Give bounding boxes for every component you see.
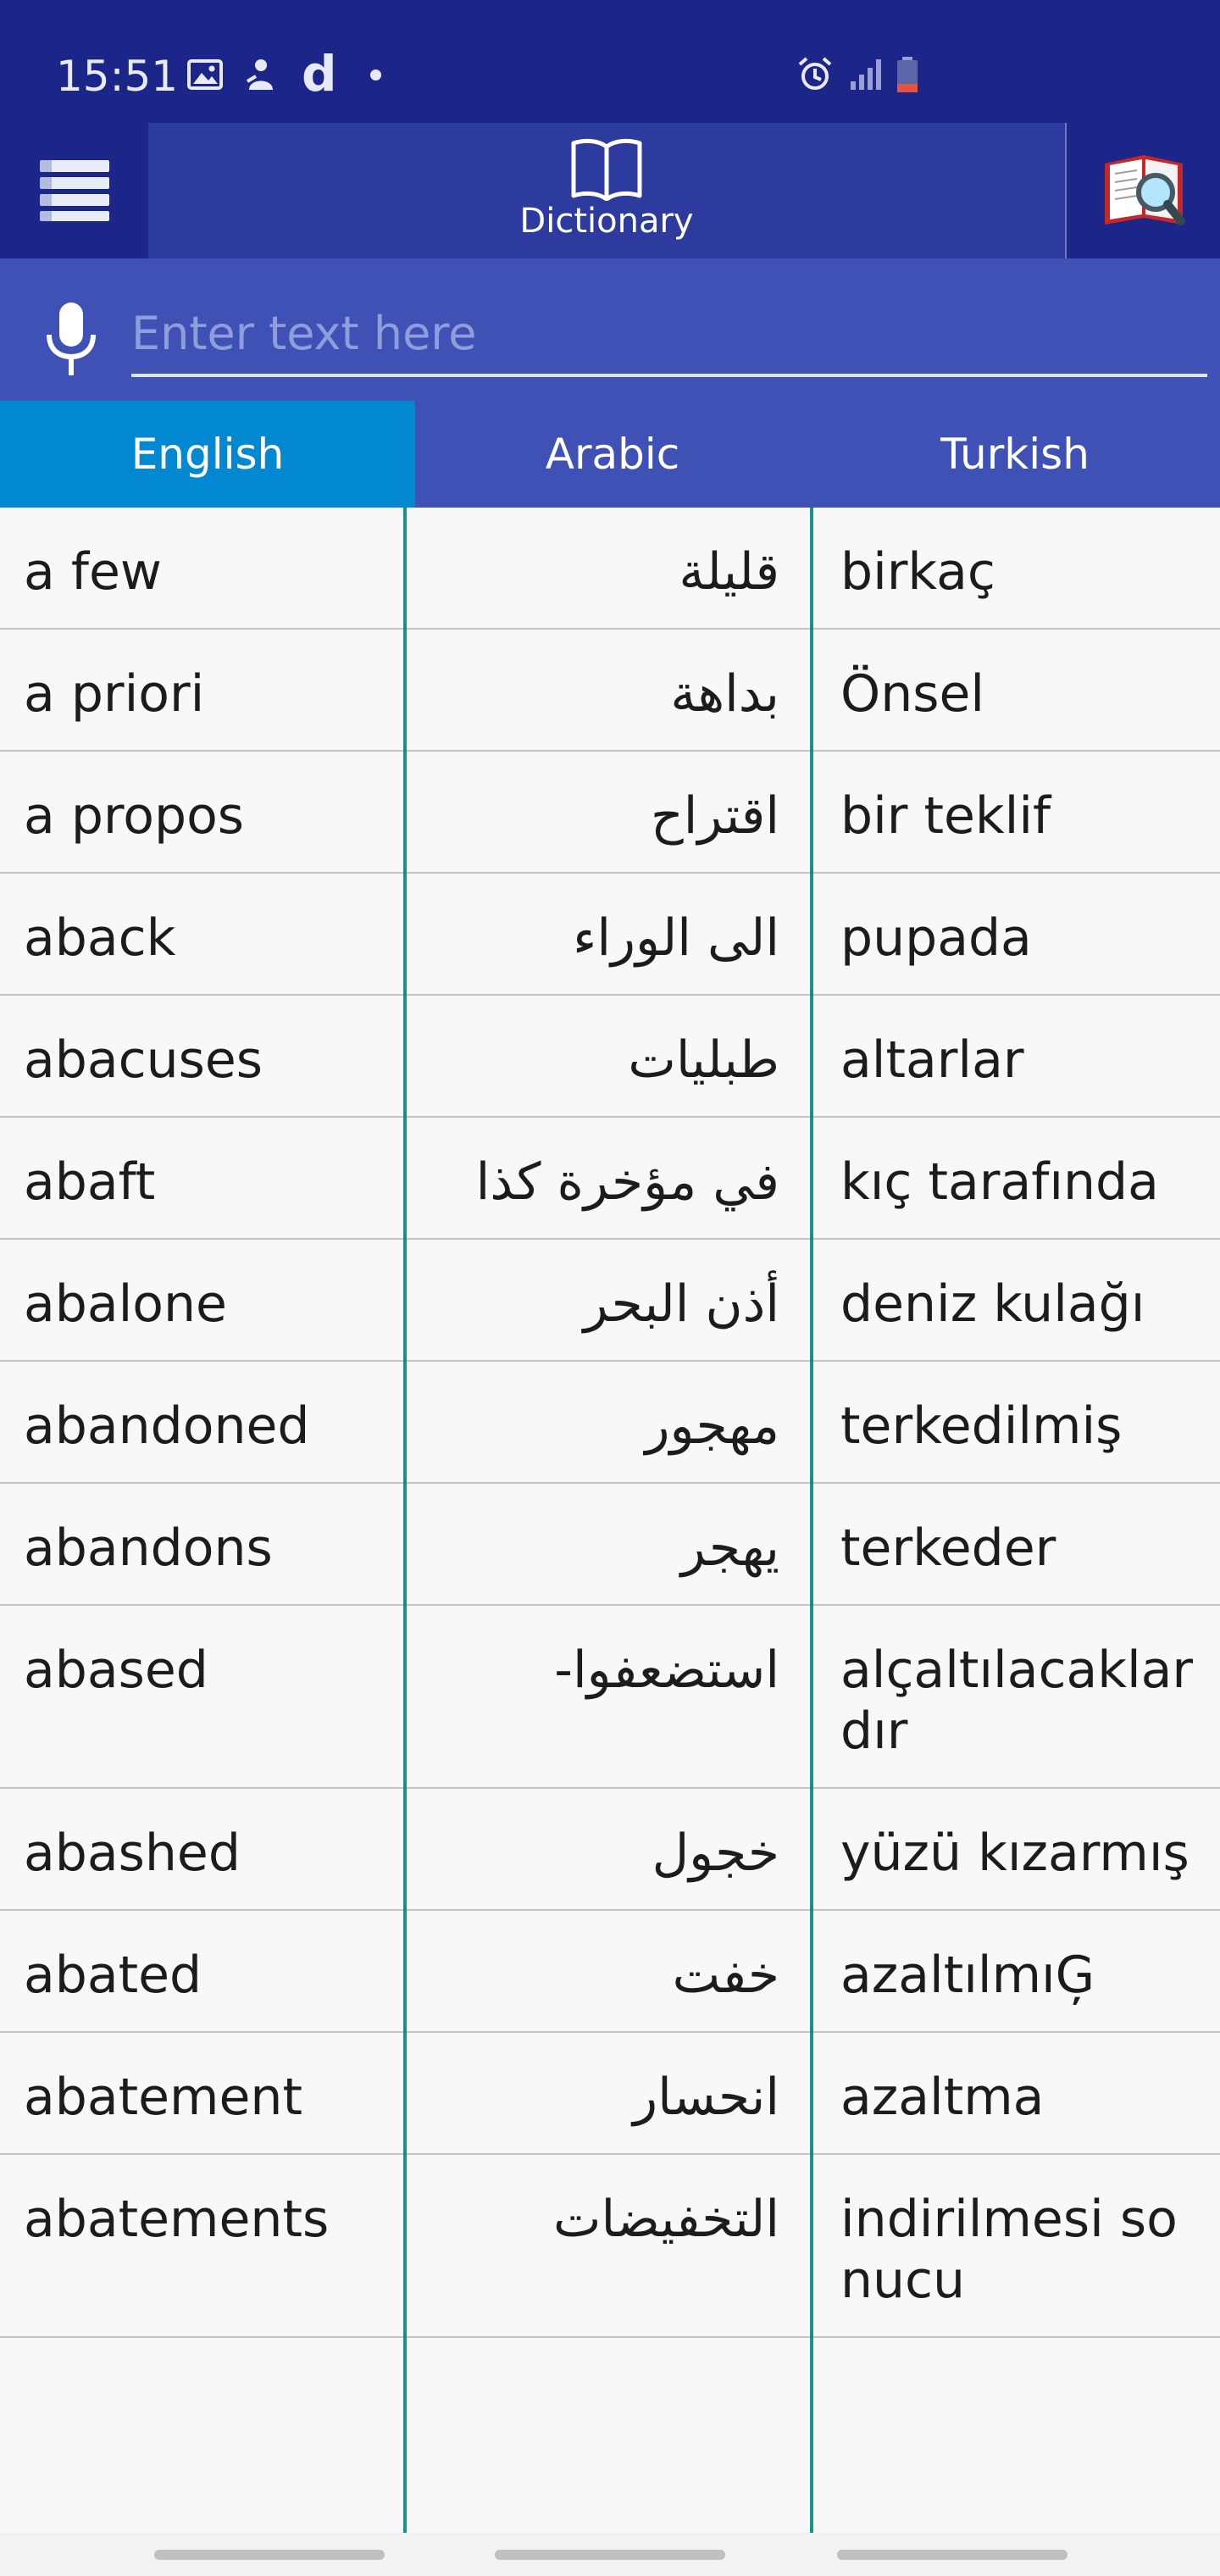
table-row[interactable]: a priori بداهة Önsel <box>0 630 1220 752</box>
turkish-cell: deniz kulağı <box>840 1274 1145 1334</box>
english-cell: a priori <box>24 664 205 724</box>
turkish-cell: bir teklif <box>840 786 1051 846</box>
table-row[interactable]: abandoned مهجور terkedilmiş <box>0 1362 1220 1484</box>
table-row[interactable]: a few قليلة birkaç <box>0 508 1220 630</box>
english-cell: abatements <box>24 2190 330 2249</box>
table-row[interactable]: a propos اقتراح bir teklif <box>0 752 1220 874</box>
dictionary-tab-label: Dictionary <box>519 202 694 241</box>
alarm-icon <box>798 57 832 90</box>
search-book-button[interactable] <box>1067 123 1220 258</box>
nav-home-button[interactable] <box>495 2550 725 2560</box>
arabic-cell: خفت <box>672 1946 779 2005</box>
table-row[interactable]: abaft في مؤخرة كذا kıç tarafında <box>0 1118 1220 1240</box>
english-cell: abacuses <box>24 1030 263 1090</box>
arabic-cell: استضعفوا- <box>554 1641 779 1700</box>
table-row[interactable]: abated خفت azaltılmıĢ <box>0 1911 1220 2033</box>
arabic-cell: الى الوراء <box>573 908 779 968</box>
arabic-cell: أذن البحر <box>583 1274 779 1334</box>
turkish-cell: Önsel <box>840 664 985 724</box>
battery-low-icon <box>897 57 918 92</box>
turkish-cell: birkaç <box>840 542 995 602</box>
english-cell: abandoned <box>24 1396 310 1456</box>
search-input[interactable] <box>131 292 1207 377</box>
turkish-cell: azaltma <box>840 2068 1045 2127</box>
column-divider-2 <box>810 508 813 2533</box>
turkish-cell: alçaltılacaklardır <box>840 1641 1194 1761</box>
tab-dictionary[interactable]: Dictionary <box>148 123 1065 258</box>
table-row[interactable]: abalone أذن البحر deniz kulağı <box>0 1240 1220 1362</box>
english-cell: aback <box>24 908 176 968</box>
turkish-cell: azaltılmıĢ <box>840 1946 1095 2005</box>
d-app-icon: d <box>302 45 337 103</box>
person-icon <box>246 59 273 90</box>
dot-icon <box>370 69 381 80</box>
english-cell: abatement <box>24 2068 302 2127</box>
arabic-cell: مهجور <box>645 1396 780 1456</box>
english-cell: abased <box>24 1641 208 1700</box>
arabic-cell: خجول <box>652 1824 779 1883</box>
arabic-cell: التخفيضات <box>552 2190 779 2249</box>
english-cell: abalone <box>24 1274 227 1334</box>
english-cell: abated <box>24 1946 202 2005</box>
word-table: a few قليلة birkaç a priori بداهة Önsel a prop… <box>0 508 1220 2533</box>
system-nav-bar <box>0 2533 1220 2576</box>
tab-turkish[interactable]: Turkish <box>810 401 1220 508</box>
status-time: 15:51 <box>56 52 179 101</box>
arabic-cell: بداهة <box>670 664 779 724</box>
tab-english[interactable]: English <box>0 401 415 508</box>
table-row[interactable]: abased استضعفوا-alçaltılacaklardır <box>0 1606 1220 1789</box>
table-row[interactable]: abashed خجول yüzü kızarmış <box>0 1789 1220 1911</box>
english-cell: abaft <box>24 1152 156 1212</box>
turkish-cell: terkeder <box>840 1518 1056 1578</box>
turkish-cell: kıç tarafında <box>840 1152 1159 1212</box>
nav-back-button[interactable] <box>837 2550 1068 2560</box>
turkish-cell: pupada <box>840 908 1032 968</box>
turkish-cell: yüzü kızarmış <box>840 1824 1190 1883</box>
book-magnifier-icon <box>1104 155 1185 225</box>
language-tabs: English Arabic Turkish <box>0 401 1220 508</box>
dictionary-app: 15:51 d Dictionary Enter text here Engli… <box>0 0 1220 2576</box>
image-icon <box>187 59 223 90</box>
search-bar <box>0 258 1220 401</box>
turkish-cell: terkedilmiş <box>840 1396 1123 1456</box>
table-row[interactable]: aback الى الوراء pupada <box>0 874 1220 996</box>
turkish-cell: indirilmesi sonucu <box>840 2190 1178 2310</box>
nav-recents-button[interactable] <box>154 2550 385 2560</box>
english-cell: abandons <box>24 1518 273 1578</box>
english-cell: a propos <box>24 786 245 846</box>
table-row[interactable]: abatements التخفيضات indirilmesi sonucu <box>0 2155 1220 2338</box>
microphone-icon[interactable] <box>42 301 100 377</box>
turkish-cell: altarlar <box>840 1030 1024 1090</box>
signal-icon <box>851 59 881 90</box>
arabic-cell: انحسار <box>633 2068 779 2127</box>
arabic-cell: في مؤخرة كذا <box>475 1152 779 1212</box>
english-cell: abashed <box>24 1824 241 1883</box>
arabic-cell: اقتراح <box>651 786 779 846</box>
arabic-cell: قليلة <box>679 542 779 602</box>
tab-arabic[interactable]: Arabic <box>415 401 810 508</box>
rows-container: a few قليلة birkaç a priori بداهة Önsel a prop… <box>0 508 1220 2338</box>
toolbar: Dictionary <box>0 123 1220 258</box>
menu-button[interactable] <box>0 123 148 258</box>
arabic-cell: يهجر <box>680 1518 779 1578</box>
hamburger-menu-icon <box>39 160 109 221</box>
status-bar: 15:51 d <box>0 0 1220 123</box>
column-divider-1 <box>403 508 407 2533</box>
english-cell: a few <box>24 542 162 602</box>
table-row[interactable]: abacuses طبليات altarlar <box>0 996 1220 1118</box>
open-book-icon <box>571 138 642 201</box>
arabic-cell: طبليات <box>628 1030 779 1090</box>
table-row[interactable]: abandons يهجر terkeder <box>0 1484 1220 1606</box>
table-row[interactable]: abatement انحسار azaltma <box>0 2033 1220 2155</box>
